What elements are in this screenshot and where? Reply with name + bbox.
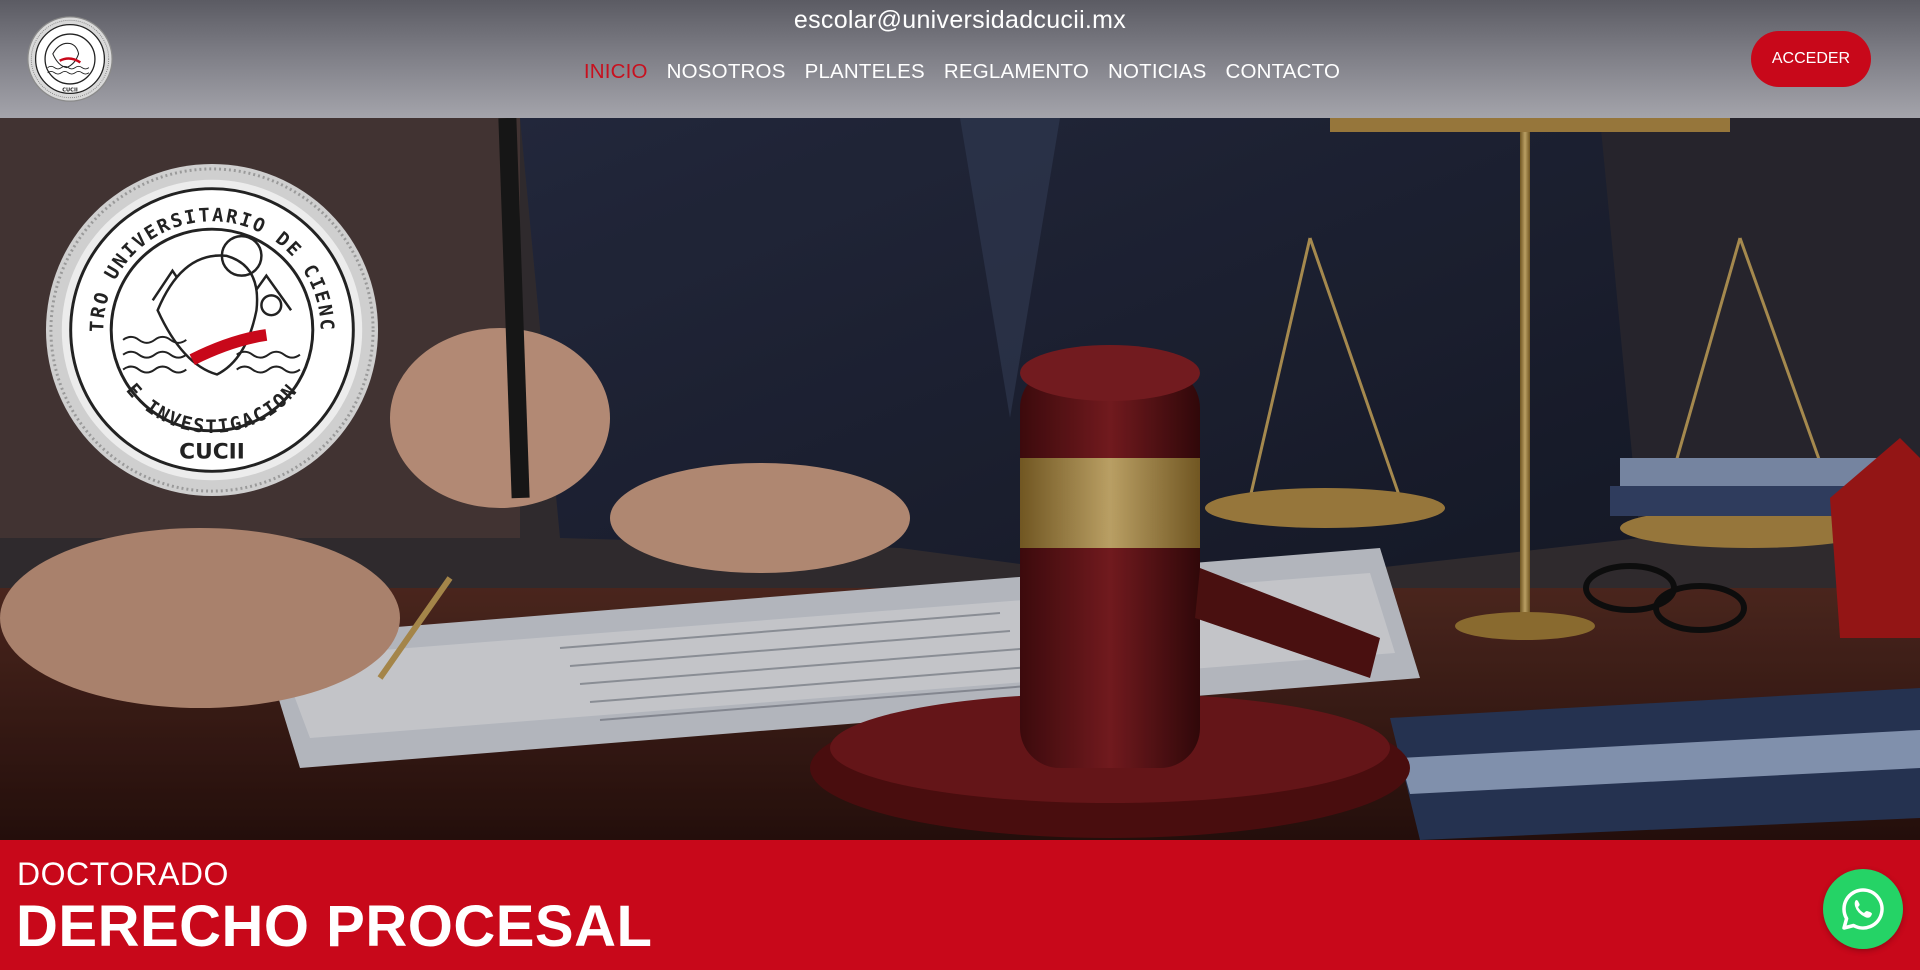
program-title: DERECHO PROCESAL [16, 894, 653, 959]
whatsapp-button[interactable] [1823, 869, 1903, 949]
login-button[interactable]: ACCEDER [1751, 31, 1871, 87]
nav-item-noticias[interactable]: NOTICIAS [1108, 60, 1206, 84]
site-header: CUCII escolar@universidadcucii.mx INICIO… [0, 0, 1920, 118]
nav-item-planteles[interactable]: PLANTELES [805, 60, 925, 84]
nav-item-contacto[interactable]: CONTACTO [1225, 60, 1340, 84]
university-seal-icon: CENTRO UNIVERSITARIO DE CIENCIAS E INVES… [44, 162, 379, 497]
nav-item-nosotros[interactable]: NOSOTROS [667, 60, 786, 84]
svg-text:CUCII: CUCII [62, 88, 78, 94]
program-banner: DOCTORADO DERECHO PROCESAL [0, 840, 1920, 970]
nav-item-inicio[interactable]: INICIO [584, 60, 648, 84]
seal-name: CUCII [179, 439, 245, 464]
hero-banner: CENTRO UNIVERSITARIO DE CIENCIAS E INVES… [0, 118, 1920, 840]
nav-item-reglamento[interactable]: REGLAMENTO [944, 60, 1089, 84]
program-level: DOCTORADO [17, 856, 229, 892]
whatsapp-icon [1842, 888, 1884, 930]
contact-email[interactable]: escolar@universidadcucii.mx [0, 6, 1920, 35]
main-nav: INICIO NOSOTROS PLANTELES REGLAMENTO NOT… [0, 60, 1920, 84]
